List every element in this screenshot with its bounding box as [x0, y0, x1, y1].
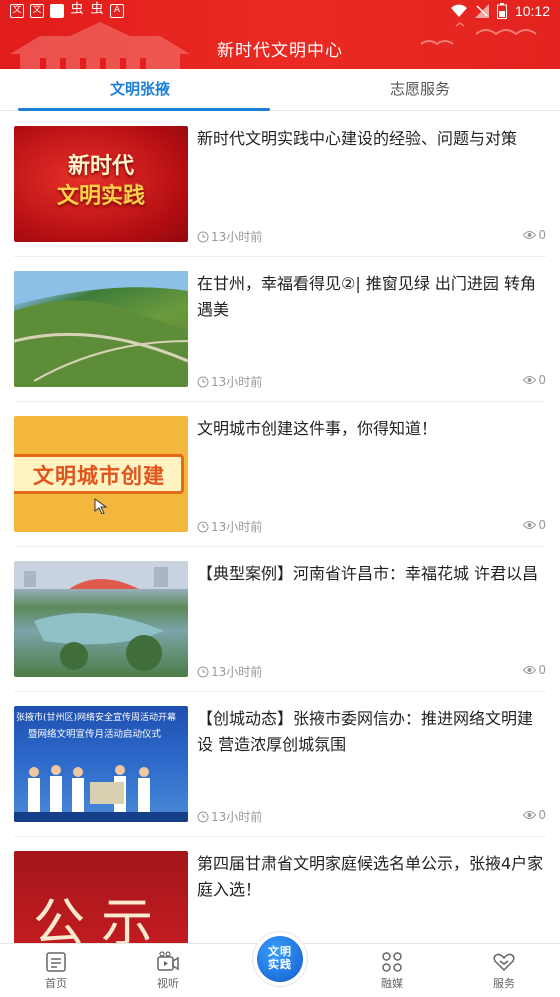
article-title: 【典型案例】河南省许昌市：幸福花城 许君以昌: [197, 564, 539, 583]
thumbnail-text: 公示: [32, 894, 169, 944]
article-title: 新时代文明实践中心建设的经验、问题与对策: [197, 129, 518, 148]
signal-icon: [474, 4, 489, 18]
ceremony-people-image: [14, 765, 188, 822]
nav-label: 融媒: [381, 977, 403, 990]
city-aerial-image: [14, 561, 188, 671]
page-title: 新时代文明中心: [217, 41, 343, 61]
time-text: 13小时前: [211, 375, 263, 389]
nav-video[interactable]: 视听: [112, 950, 224, 991]
thumbnail-text: 文明城市创建: [33, 464, 165, 488]
article-thumbnail: 公示: [14, 851, 188, 944]
article-thumbnail: [14, 561, 188, 677]
center-label: 文明: [268, 945, 292, 958]
article-item[interactable]: 【典型案例】河南省许昌市：幸福花城 许君以昌 13小时前 0: [14, 547, 546, 692]
article-thumbnail: 新时代 文明实践: [14, 126, 188, 242]
tab-label: 志愿服务: [389, 80, 450, 98]
time-text: 13小时前: [211, 810, 263, 824]
thumbnail-text: 文明实践: [56, 184, 145, 209]
wifi-icon: [450, 4, 467, 17]
article-time: 13小时前: [197, 518, 262, 535]
tab-label: 文明张掖: [109, 80, 170, 98]
views-count: 0: [538, 808, 546, 822]
article-time: 13小时前: [197, 228, 262, 245]
thumbnail-text: 暨网络文明宣传月活动启动仪式: [28, 729, 162, 740]
article-item[interactable]: 张掖市(甘州区)网络安全宣传周活动开幕 暨网络文明宣传月活动启动仪式 【创城动态…: [14, 692, 546, 837]
article-title: 文明城市创建这件事，你得知道！: [197, 419, 438, 438]
article-title: 第四届甘肃省文明家庭候选名单公示，张掖4户家庭入选！: [197, 854, 544, 899]
article-views: 0: [523, 663, 546, 677]
article-time: 13小时前: [197, 663, 262, 680]
views-count: 0: [538, 373, 546, 387]
eye-icon: [523, 376, 537, 384]
cursor-icon: [94, 498, 108, 514]
views-count: 0: [538, 663, 546, 677]
nav-service[interactable]: 服务: [448, 950, 560, 991]
article-thumbnail: 文明城市创建: [14, 416, 188, 532]
eye-icon: [523, 666, 537, 674]
notification-icon: 虫: [70, 2, 84, 17]
time-text: 13小时前: [211, 520, 263, 534]
nav-label: 视听: [157, 977, 179, 990]
battery-icon: [496, 3, 507, 19]
article-views: 0: [523, 228, 546, 242]
eye-icon: [523, 811, 537, 819]
nav-civilization-practice-button[interactable]: 文明 实践: [253, 932, 307, 986]
time-text: 13小时前: [211, 230, 263, 244]
nav-home[interactable]: 首页: [0, 950, 112, 991]
nav-media[interactable]: 融媒: [336, 950, 448, 991]
thumbnail-text: 张掖市(甘州区)网络安全宣传周活动开幕: [16, 713, 177, 723]
heart-icon: [493, 953, 515, 972]
tab-wenming-zhangye[interactable]: 文明张掖: [0, 69, 280, 111]
app-header: 文 文 虫 虫 A 10:12 新时代文明中心: [0, 0, 560, 69]
thumbnail-text: 新时代: [67, 154, 134, 179]
clock-icon: [197, 521, 209, 532]
center-label: 实践: [268, 958, 292, 971]
clock-icon: [197, 666, 209, 677]
article-views: 0: [523, 808, 546, 822]
article-item[interactable]: 公示 第四届甘肃省文明家庭候选名单公示，张掖4户家庭入选！: [14, 837, 546, 944]
notification-icon: 文: [10, 4, 24, 18]
eye-icon: [523, 231, 537, 239]
article-thumbnail: [14, 271, 188, 387]
civilization-practice-badge: 文明 实践: [257, 936, 303, 982]
video-icon: [157, 951, 179, 971]
article-title: 在甘州，幸福看得见②| 推窗见绿 出门进园 转角遇美: [197, 274, 536, 319]
notification-icon: 文: [30, 4, 44, 18]
home-doc-icon: [46, 952, 66, 972]
clock-icon: [197, 811, 209, 822]
bottom-nav: 首页 视听 文明 实践 融媒 服务: [0, 932, 560, 997]
nav-label: 首页: [45, 977, 67, 990]
park-aerial-image: [14, 271, 188, 387]
article-item[interactable]: 新时代 文明实践 新时代文明实践中心建设的经验、问题与对策 13小时前 0: [14, 112, 546, 257]
nav-label: 服务: [493, 977, 515, 990]
article-title: 【创城动态】张掖市委网信办：推进网络文明建设 营造浓厚创城氛围: [197, 709, 534, 754]
notification-icon: A: [110, 4, 124, 18]
status-time: 10:12: [514, 3, 550, 19]
tab-volunteer-service[interactable]: 志愿服务: [280, 69, 560, 111]
article-time: 13小时前: [197, 808, 262, 825]
article-views: 0: [523, 373, 546, 387]
article-list[interactable]: 新时代 文明实践 新时代文明实践中心建设的经验、问题与对策 13小时前 0 在甘…: [0, 112, 560, 944]
views-count: 0: [538, 228, 546, 242]
article-time: 13小时前: [197, 373, 262, 390]
clock-icon: [197, 376, 209, 387]
eye-icon: [523, 521, 537, 529]
tab-bar: 文明张掖 志愿服务: [0, 69, 560, 111]
clock-icon: [197, 231, 209, 242]
status-bar: 文 文 虫 虫 A 10:12: [0, 0, 560, 24]
views-count: 0: [538, 518, 546, 532]
article-views: 0: [523, 518, 546, 532]
notification-icon: 虫: [90, 2, 104, 17]
article-thumbnail: 张掖市(甘州区)网络安全宣传周活动开幕 暨网络文明宣传月活动启动仪式: [14, 706, 188, 822]
grid-icon: [382, 952, 402, 972]
notification-icon: [50, 4, 64, 18]
article-item[interactable]: 在甘州，幸福看得见②| 推窗见绿 出门进园 转角遇美 13小时前 0: [14, 257, 546, 402]
article-item[interactable]: 文明城市创建 文明城市创建这件事，你得知道！ 13小时前 0: [14, 402, 546, 547]
time-text: 13小时前: [211, 665, 263, 679]
